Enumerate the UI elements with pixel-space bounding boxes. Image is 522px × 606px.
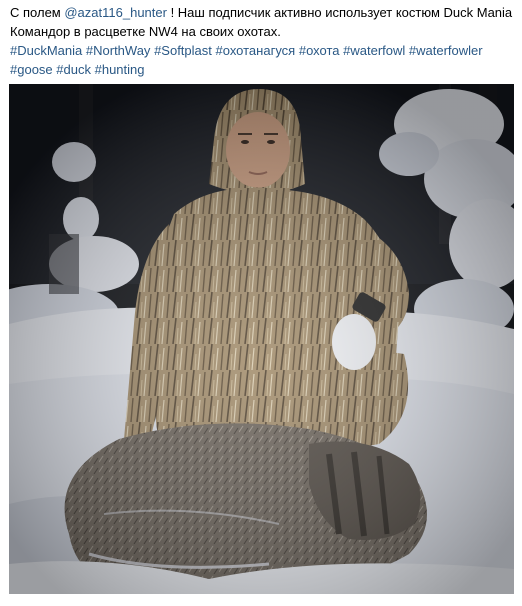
post-line-2: Командор в расцветке NW4 на своих охотах… (10, 24, 281, 39)
hashtag-link[interactable]: #waterfowler (409, 43, 483, 58)
post-photo[interactable] (9, 84, 514, 594)
post-line-1-suffix: ! Наш подписчик активно использует костю… (166, 5, 513, 20)
hashtag-link[interactable]: #duck (56, 62, 91, 77)
hashtag-link[interactable]: #goose (10, 62, 53, 77)
post-text: С полем @azat116_hunter ! Наш подписчик … (10, 3, 515, 79)
hashtag-row-2: #goose #duck #hunting (10, 60, 515, 79)
hashtag-link[interactable]: #охотанагуся (216, 43, 296, 58)
hashtag-link[interactable]: #Softplast (154, 43, 212, 58)
hashtag-link[interactable]: #waterfowl (343, 43, 405, 58)
post: С полем @azat116_hunter ! Наш подписчик … (0, 0, 522, 606)
hashtag-link[interactable]: #DuckMania (10, 43, 82, 58)
post-line-1-prefix: С полем (10, 5, 65, 20)
hashtag-row-1: #DuckMania #NorthWay #Softplast #охотана… (10, 41, 515, 60)
hashtag-link[interactable]: #охота (299, 43, 340, 58)
user-mention-link[interactable]: @azat116_hunter (64, 5, 167, 20)
hashtag-link[interactable]: #hunting (95, 62, 145, 77)
hashtag-link[interactable]: #NorthWay (86, 43, 151, 58)
photo-illustration (9, 84, 514, 594)
post-line-1: С полем @azat116_hunter ! Наш подписчик … (10, 3, 515, 22)
